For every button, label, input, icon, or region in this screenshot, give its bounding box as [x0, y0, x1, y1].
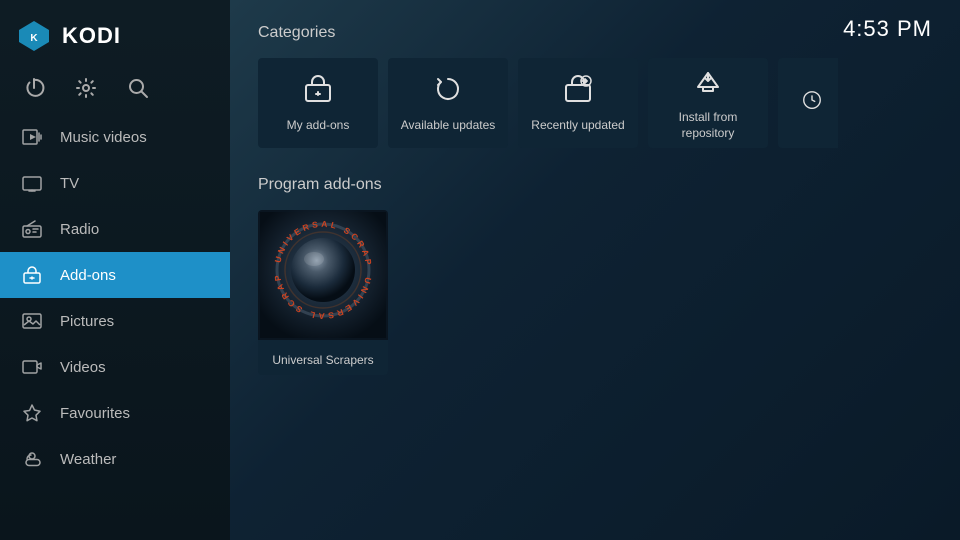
sidebar-controls — [0, 70, 230, 114]
weather-icon — [20, 447, 44, 471]
pictures-icon — [20, 309, 44, 333]
category-available-updates[interactable]: Available updates — [388, 58, 508, 148]
install-from-repository-icon — [692, 65, 724, 102]
power-button[interactable] — [20, 74, 48, 102]
search-button[interactable] — [124, 74, 152, 102]
main-content: 4:53 PM Categories My add-ons Ava — [230, 0, 960, 540]
install-from-repository-label: Install from repository — [679, 110, 738, 141]
sidebar-header: K KODI — [0, 0, 230, 70]
my-add-ons-label: My add-ons — [287, 118, 350, 134]
sidebar-label-videos: Videos — [60, 359, 106, 376]
category-partial[interactable] — [778, 58, 838, 148]
sidebar: K KODI — [0, 0, 230, 540]
addons-grid: UNIVERSAL SCRAPERS UNIVERSAL SCRAPERS Un… — [258, 210, 932, 375]
clock: 4:53 PM — [843, 16, 932, 42]
addon-label-universal-scrapers: Universal Scrapers — [272, 353, 373, 367]
sidebar-label-weather: Weather — [60, 451, 116, 468]
category-my-add-ons[interactable]: My add-ons — [258, 58, 378, 148]
sidebar-label-tv: TV — [60, 175, 79, 192]
kodi-logo-icon: K — [16, 18, 52, 54]
addon-universal-scrapers[interactable]: UNIVERSAL SCRAPERS UNIVERSAL SCRAPERS Un… — [258, 210, 388, 375]
sidebar-item-add-ons[interactable]: Add-ons — [0, 252, 230, 298]
sidebar-label-add-ons: Add-ons — [60, 267, 116, 284]
radio-icon — [20, 217, 44, 241]
category-install-from-repository[interactable]: Install from repository — [648, 58, 768, 148]
sidebar-label-pictures: Pictures — [60, 313, 114, 330]
sidebar-label-favourites: Favourites — [60, 405, 130, 422]
settings-button[interactable] — [72, 74, 100, 102]
partial-icon — [801, 86, 823, 120]
available-updates-icon — [432, 73, 464, 110]
favourites-icon — [20, 401, 44, 425]
sidebar-item-favourites[interactable]: Favourites — [0, 390, 230, 436]
sidebar-item-radio[interactable]: Radio — [0, 206, 230, 252]
videos-icon — [20, 355, 44, 379]
sidebar-item-tv[interactable]: TV — [0, 160, 230, 206]
music-videos-icon — [20, 125, 44, 149]
addon-thumbnail: UNIVERSAL SCRAPERS UNIVERSAL SCRAPERS — [258, 210, 388, 340]
sidebar-item-music-videos[interactable]: Music videos — [0, 114, 230, 160]
categories-title: Categories — [258, 24, 932, 42]
my-add-ons-icon — [302, 73, 334, 110]
program-addons-title: Program add-ons — [258, 176, 932, 194]
recently-updated-label: Recently updated — [531, 118, 624, 134]
categories-grid: My add-ons Available updates — [258, 58, 932, 148]
available-updates-label: Available updates — [401, 118, 496, 134]
addon-icon — [20, 263, 44, 287]
app-title: KODI — [62, 23, 121, 49]
sidebar-item-weather[interactable]: Weather — [0, 436, 230, 482]
sidebar-label-radio: Radio — [60, 221, 99, 238]
sidebar-item-videos[interactable]: Videos — [0, 344, 230, 390]
sidebar-label-music-videos: Music videos — [60, 129, 147, 146]
svg-text:K: K — [30, 33, 38, 44]
sidebar-item-pictures[interactable]: Pictures — [0, 298, 230, 344]
recently-updated-icon — [562, 73, 594, 110]
tv-icon — [20, 171, 44, 195]
category-recently-updated[interactable]: Recently updated — [518, 58, 638, 148]
sidebar-nav: Music videos TV — [0, 114, 230, 540]
